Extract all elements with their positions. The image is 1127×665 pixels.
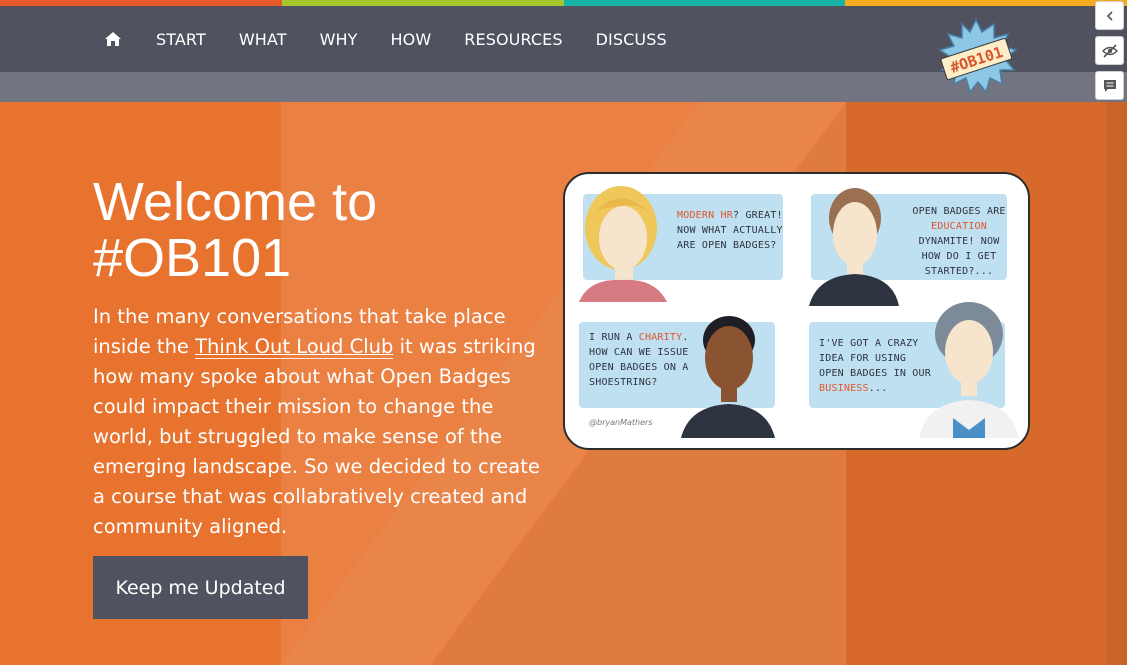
- side-toolbar: [1095, 1, 1124, 106]
- dark-skinned-person-illustration: [681, 316, 775, 438]
- illustrator-credit: @bryanMathers: [589, 418, 653, 427]
- bearded-person-illustration: [809, 188, 899, 306]
- comic-panel-2-text: OPEN BADGES ARE EDUCATION DYNAMITE! NOW …: [912, 206, 1006, 277]
- intro-paragraph: In the many conversations that take plac…: [93, 302, 553, 542]
- comic-panel-4-text: I'VE GOT A CRAZY IDEA FOR USING OPEN BAD…: [819, 338, 931, 394]
- keep-me-updated-button[interactable]: Keep me Updated: [93, 556, 308, 619]
- collapse-button[interactable]: [1095, 1, 1124, 30]
- nav-how[interactable]: HOW: [391, 30, 432, 49]
- comic-panel-1-text: MODERN HR? GREAT! NOW WHAT ACTUALLY ARE …: [677, 210, 783, 251]
- ob101-logo[interactable]: #OB101: [934, 18, 1018, 96]
- comic-illustration: MODERN HR? GREAT! NOW WHAT ACTUALLY ARE …: [563, 172, 1030, 450]
- nav-start[interactable]: START: [156, 30, 206, 49]
- page-title: Welcome to #OB101: [93, 172, 378, 288]
- nav-what[interactable]: WHAT: [239, 30, 287, 49]
- chevron-left-icon: [1106, 10, 1113, 21]
- nav-why[interactable]: WHY: [320, 30, 358, 49]
- comic-panel-3-text: I RUN A CHARITY. HOW CAN WE ISSUE OPEN B…: [589, 332, 689, 388]
- main-nav: START WHAT WHY HOW RESOURCES DISCUSS: [104, 6, 700, 72]
- home-icon: [105, 32, 121, 46]
- comments-button[interactable]: [1095, 71, 1124, 100]
- intro-text-end: it was striking how many spoke about wha…: [93, 335, 540, 538]
- nav-home[interactable]: [104, 30, 122, 48]
- nav-discuss[interactable]: DISCUSS: [596, 30, 667, 49]
- think-out-loud-club-link[interactable]: Think Out Loud Club: [195, 335, 394, 359]
- eye-slash-icon: [1101, 43, 1118, 58]
- hide-annotations-button[interactable]: [1095, 36, 1124, 65]
- blonde-person-illustration: [579, 186, 667, 302]
- comment-icon: [1103, 79, 1116, 92]
- nav-resources[interactable]: RESOURCES: [464, 30, 562, 49]
